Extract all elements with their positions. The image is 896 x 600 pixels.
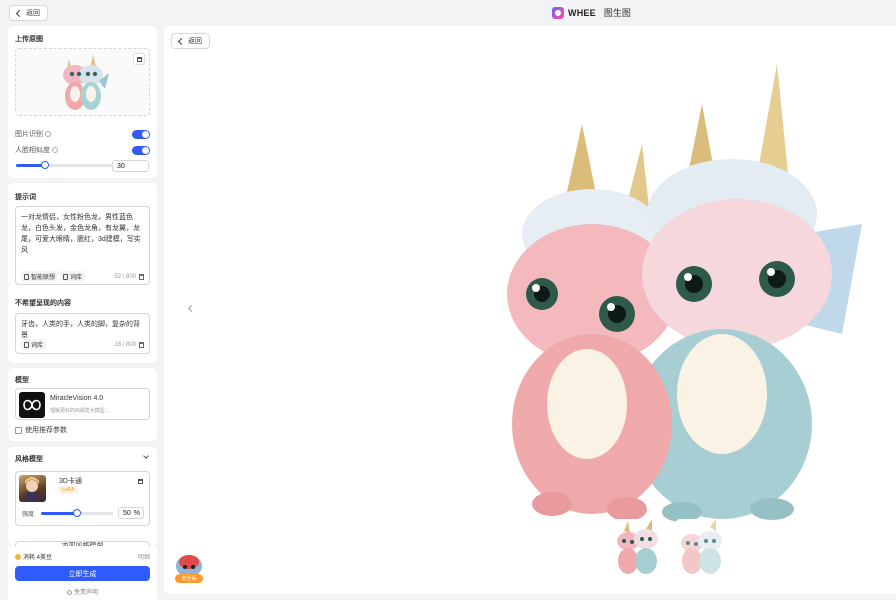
bean-icon xyxy=(15,553,21,560)
cost-row: 消耗 4美豆 xyxy=(15,552,52,561)
settings-sidebar: 上传原图 图片识别 人脸相似度 30 提示词 一对龙情侣，女性粉色龙，男性蓝色龙… xyxy=(8,26,157,600)
style-model-title: 风格模型 xyxy=(15,456,43,463)
image-recognition-row: 图片识别 xyxy=(15,129,150,139)
strength-value: 50 xyxy=(123,509,131,517)
negative-counter: 18 / 800 xyxy=(114,342,144,348)
result-thumbnail-2[interactable] xyxy=(676,519,728,575)
model-thumbnail xyxy=(19,392,45,418)
face-similarity-slider[interactable] xyxy=(16,161,114,169)
model-selector[interactable]: MiracleVision 4.0 理解更好的AI视觉大模型... xyxy=(15,388,150,420)
clear-negative-icon[interactable] xyxy=(139,342,144,348)
model-card: 模型 MiracleVision 4.0 理解更好的AI视觉大模型... 使用推… xyxy=(8,368,157,441)
disclaimer-label: 免责声明 xyxy=(73,590,98,596)
cost-detail-label: 明细 xyxy=(137,555,150,561)
disclaimer-link[interactable]: 免责声明 xyxy=(8,587,157,596)
model-title: 模型 xyxy=(15,377,29,384)
back-button[interactable]: 返回 xyxy=(9,5,48,21)
trash-icon xyxy=(136,56,142,62)
face-similarity-input[interactable]: 30 xyxy=(112,160,149,172)
avatar-badge: 安全看 xyxy=(175,574,203,583)
trash-icon xyxy=(137,478,143,484)
wand-icon xyxy=(24,273,29,280)
generate-button[interactable]: 立即生成 xyxy=(15,566,150,581)
negative-counter-text: 18 / 800 xyxy=(114,342,136,348)
prompt-title: 提示词 xyxy=(15,194,36,201)
negative-textarea[interactable]: 牙齿，人类的手，人类的脚，复杂的背景 词库 18 / 800 xyxy=(15,313,150,354)
miraclevision-logo-icon xyxy=(23,399,41,411)
image-recognition-label: 图片识别 xyxy=(15,131,43,138)
strength-input[interactable]: 50 % xyxy=(118,507,144,519)
model-desc: 理解更好的AI视觉大模型... xyxy=(50,408,109,414)
prompt-text: 一对龙情侣，女性粉色龙，男性蓝色龙，白色头发，金色龙角，有龙翼，龙尾，可爱大眼睛… xyxy=(21,214,141,254)
style-model-card: 风格模型 3D卡通 LoRA 强度 50 % xyxy=(8,447,157,546)
face-similarity-row: 人脸相似度 xyxy=(15,145,150,155)
strength-knob[interactable] xyxy=(73,509,81,517)
lexicon-label: 词库 xyxy=(70,275,83,281)
result-thumbnail-1[interactable] xyxy=(612,519,664,575)
whee-logo-icon xyxy=(552,6,564,19)
lexicon-button[interactable]: 词库 xyxy=(60,271,86,282)
style-thumbnail-art xyxy=(25,477,39,502)
style-model-item: 3D卡通 LoRA 强度 50 % xyxy=(15,471,150,526)
negative-text: 牙齿，人类的手，人类的脚，复杂的背景 xyxy=(21,321,140,339)
cost-detail-link[interactable]: 明细 xyxy=(138,552,150,561)
face-similarity-label: 人脸相似度 xyxy=(15,147,50,154)
strength-label: 强度 xyxy=(22,512,35,518)
preview-panel: 返回 安全看 xyxy=(164,26,896,594)
page-title: 图生图 xyxy=(603,8,631,18)
generated-image xyxy=(507,64,862,522)
recommend-label: 使用推荐参数 xyxy=(25,427,67,434)
top-bar: 返回 WHEE 图生图 xyxy=(0,0,896,26)
style-name: 3D卡通 xyxy=(59,478,82,485)
upload-card: 上传原图 图片识别 人脸相似度 30 xyxy=(8,26,157,178)
thumbnail-image xyxy=(681,519,722,574)
style-thumbnail xyxy=(19,475,46,502)
book-icon xyxy=(24,341,29,348)
info-icon xyxy=(52,147,58,154)
face-similarity-knob[interactable] xyxy=(41,161,50,169)
brand-name: WHEE xyxy=(568,7,596,18)
strength-unit: % xyxy=(133,509,140,517)
recommend-params-row[interactable]: 使用推荐参数 xyxy=(15,425,67,435)
negative-lexicon-button[interactable]: 词库 xyxy=(21,339,47,350)
generate-bar: 消耗 4美豆 明细 立即生成 免责声明 xyxy=(8,546,157,600)
uploaded-image-thumbnail xyxy=(63,55,109,110)
strength-slider[interactable] xyxy=(41,509,113,517)
face-similarity-toggle[interactable] xyxy=(132,145,150,155)
smart-assoc-button[interactable]: 智能联想 xyxy=(21,271,59,282)
info-icon xyxy=(45,131,51,138)
prompt-counter: 52 / 800 xyxy=(114,274,144,280)
upload-image-box[interactable] xyxy=(15,48,150,116)
info-icon xyxy=(66,589,72,595)
upload-title: 上传原图 xyxy=(15,36,43,43)
cost-text: 消耗 4美豆 xyxy=(23,555,53,561)
thumbnail-image xyxy=(617,519,658,574)
smart-assoc-label: 智能联想 xyxy=(31,275,56,281)
clear-prompt-icon[interactable] xyxy=(139,274,144,280)
prompt-textarea[interactable]: 一对龙情侣，女性粉色龙，男性蓝色龙，白色头发，金色龙角，有龙翼，龙尾，可爱大眼睛… xyxy=(15,206,150,285)
preview-back-label: 返回 xyxy=(188,38,202,45)
preview-back-button[interactable]: 返回 xyxy=(171,33,210,49)
recommend-checkbox[interactable] xyxy=(15,426,22,434)
prompt-card: 提示词 一对龙情侣，女性粉色龙，男性蓝色龙，白色头发，金色龙角，有龙翼，龙尾，可… xyxy=(8,183,157,363)
lora-badge: LoRA xyxy=(59,486,78,494)
chevron-down-icon[interactable] xyxy=(143,453,149,459)
back-label: 返回 xyxy=(26,10,40,17)
assistant-avatar[interactable]: 安全看 xyxy=(173,550,205,584)
strength-fill xyxy=(41,512,77,515)
prev-arrow-icon[interactable] xyxy=(187,304,196,313)
book-icon xyxy=(63,273,68,280)
delete-style-button[interactable] xyxy=(134,475,146,487)
chevron-left-icon xyxy=(15,9,24,17)
delete-image-button[interactable] xyxy=(133,53,145,65)
brand: WHEE 图生图 xyxy=(552,6,631,19)
prompt-counter-text: 52 / 800 xyxy=(114,274,136,280)
negative-lexicon-label: 词库 xyxy=(31,343,44,349)
image-recognition-toggle[interactable] xyxy=(132,129,150,139)
model-name: MiracleVision 4.0 xyxy=(50,395,104,402)
negative-title: 不希望呈现的内容 xyxy=(15,300,71,307)
chevron-left-icon xyxy=(177,37,186,45)
